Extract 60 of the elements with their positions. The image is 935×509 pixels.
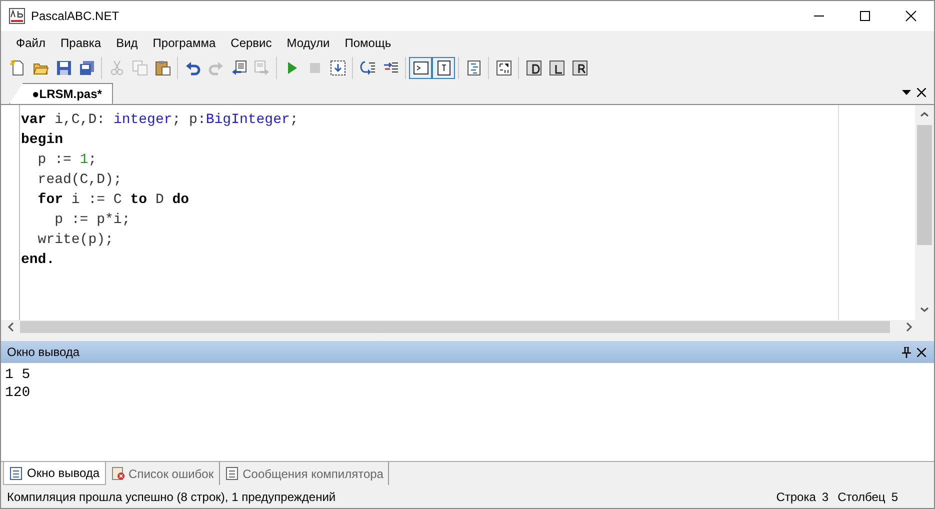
code-line: var i,C,D: integer; p:BigInteger; xyxy=(20,110,300,130)
panel-tab[interactable]: Список ошибок xyxy=(106,462,220,486)
menu-item[interactable]: Вид xyxy=(109,32,146,54)
compiler-messages-icon xyxy=(224,466,239,482)
undo-icon xyxy=(184,60,200,76)
code-line: write(p); xyxy=(36,230,114,250)
column-label: Столбец xyxy=(838,488,886,506)
error-list-icon xyxy=(110,466,125,482)
code-line: begin xyxy=(20,130,64,150)
pin-icon xyxy=(902,346,911,358)
window-title: PascalABC.NET xyxy=(31,8,120,25)
save-icon xyxy=(56,60,72,76)
document-arrow-icon xyxy=(230,60,246,76)
output-window-icon xyxy=(9,466,23,481)
close-icon xyxy=(917,348,926,357)
scissors-icon xyxy=(108,60,124,76)
toolbar-button[interactable] xyxy=(409,57,432,80)
paste-icon xyxy=(154,60,170,76)
copy-icon xyxy=(132,60,148,76)
step-into-icon xyxy=(360,60,376,76)
console-icon xyxy=(412,60,428,76)
panel-tab[interactable]: Окно вывода xyxy=(3,462,106,486)
text-panel-icon xyxy=(436,60,452,76)
grid-icon xyxy=(330,60,346,76)
code-line: for i := C to D do xyxy=(36,190,190,210)
document-arrow-icon xyxy=(254,60,270,76)
menu-item[interactable]: Сервис xyxy=(224,32,280,54)
code-icon xyxy=(496,60,512,76)
code-line: read(C,D); xyxy=(36,170,123,190)
code-line: p := p*i; xyxy=(54,210,132,230)
redo-icon xyxy=(208,60,224,76)
new-file-icon xyxy=(10,60,26,76)
close-icon xyxy=(917,88,926,97)
menu-item[interactable]: Помощь xyxy=(338,32,400,54)
save-all-icon xyxy=(78,60,94,76)
code-line: p := 1; xyxy=(36,150,98,170)
column-number: 5 xyxy=(891,488,898,506)
output-line: 120 xyxy=(5,384,32,402)
code-line: end. xyxy=(20,250,56,270)
dropdown-icon xyxy=(902,90,911,95)
panel-tab[interactable]: Сообщения компилятора xyxy=(220,462,390,486)
vertical-scrollbar[interactable] xyxy=(915,104,934,320)
output-line: 1 5 xyxy=(5,366,32,384)
status-message: Компиляция прошла успешно (8 строк), 1 предупреждений xyxy=(7,488,336,506)
menu-item[interactable]: Программа xyxy=(146,32,224,54)
close-icon xyxy=(905,10,917,22)
line-number: 3 xyxy=(822,488,829,506)
module-l-icon xyxy=(548,60,564,76)
maximize-icon xyxy=(859,10,871,22)
module-d-icon xyxy=(526,60,542,76)
line-label: Строка xyxy=(776,488,816,506)
file-tab[interactable]: ●LRSM.pas* xyxy=(9,82,113,104)
toolbar-button[interactable] xyxy=(432,57,455,80)
panel-title: Окно вывода xyxy=(7,344,80,362)
menu-item[interactable]: Файл xyxy=(9,32,54,54)
menu-item[interactable]: Правка xyxy=(54,32,110,54)
document-lines-icon xyxy=(466,60,482,76)
module-r-icon xyxy=(572,60,588,76)
app-logo-icon xyxy=(9,8,25,24)
menu-item[interactable]: Модули xyxy=(280,32,338,54)
